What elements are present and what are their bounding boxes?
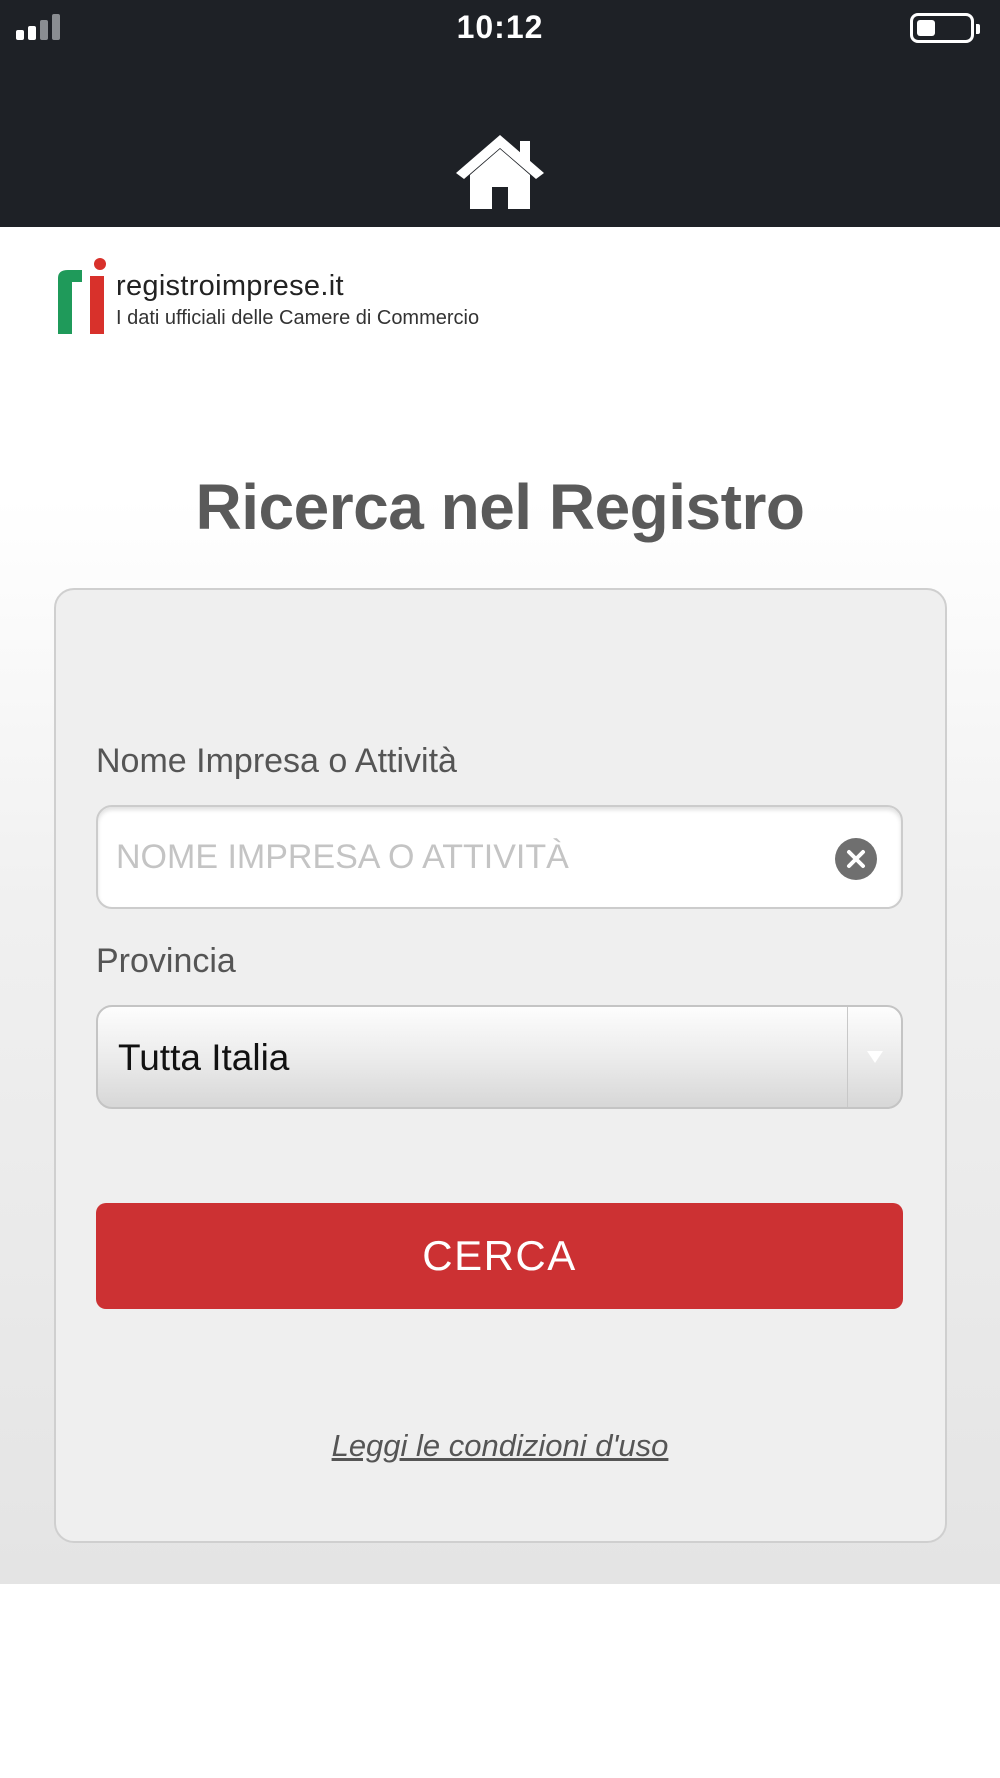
company-name-label: Nome Impresa o Attività	[96, 742, 457, 780]
page-title: Ricerca nel Registro	[195, 471, 805, 543]
battery-icon	[910, 13, 980, 43]
brand-tagline: I dati ufficiali delle Camere di Commerc…	[116, 307, 480, 329]
brand-header: registroimprese.it I dati ufficiali dell…	[56, 256, 556, 340]
battery-level	[917, 20, 935, 36]
province-label: Provincia	[96, 942, 236, 980]
home-icon	[456, 135, 544, 209]
province-select[interactable]: Tutta Italia	[96, 1005, 903, 1109]
clear-button[interactable]	[835, 838, 877, 880]
province-value: Tutta Italia	[118, 1037, 290, 1078]
chevron-down-icon	[866, 1051, 883, 1063]
status-bar: 10:12	[0, 0, 1000, 56]
top-bar: 10:12	[0, 0, 1000, 227]
status-time: 10:12	[456, 9, 544, 45]
registroimprese-logo-icon	[58, 258, 106, 334]
terms-of-use-link[interactable]: Leggi le condizioni d'uso	[0, 1428, 1000, 1464]
province-dropdown-toggle[interactable]	[847, 1007, 901, 1107]
app-screen: 10:12 registroimprese.it I dati ufficial…	[0, 0, 1000, 1778]
search-button[interactable]: CERCA	[96, 1203, 903, 1309]
company-name-field	[96, 805, 903, 909]
brand-name: registroimprese.it	[116, 270, 344, 302]
clear-icon	[847, 850, 865, 868]
company-name-input[interactable]	[116, 807, 816, 907]
home-button[interactable]	[448, 126, 552, 216]
